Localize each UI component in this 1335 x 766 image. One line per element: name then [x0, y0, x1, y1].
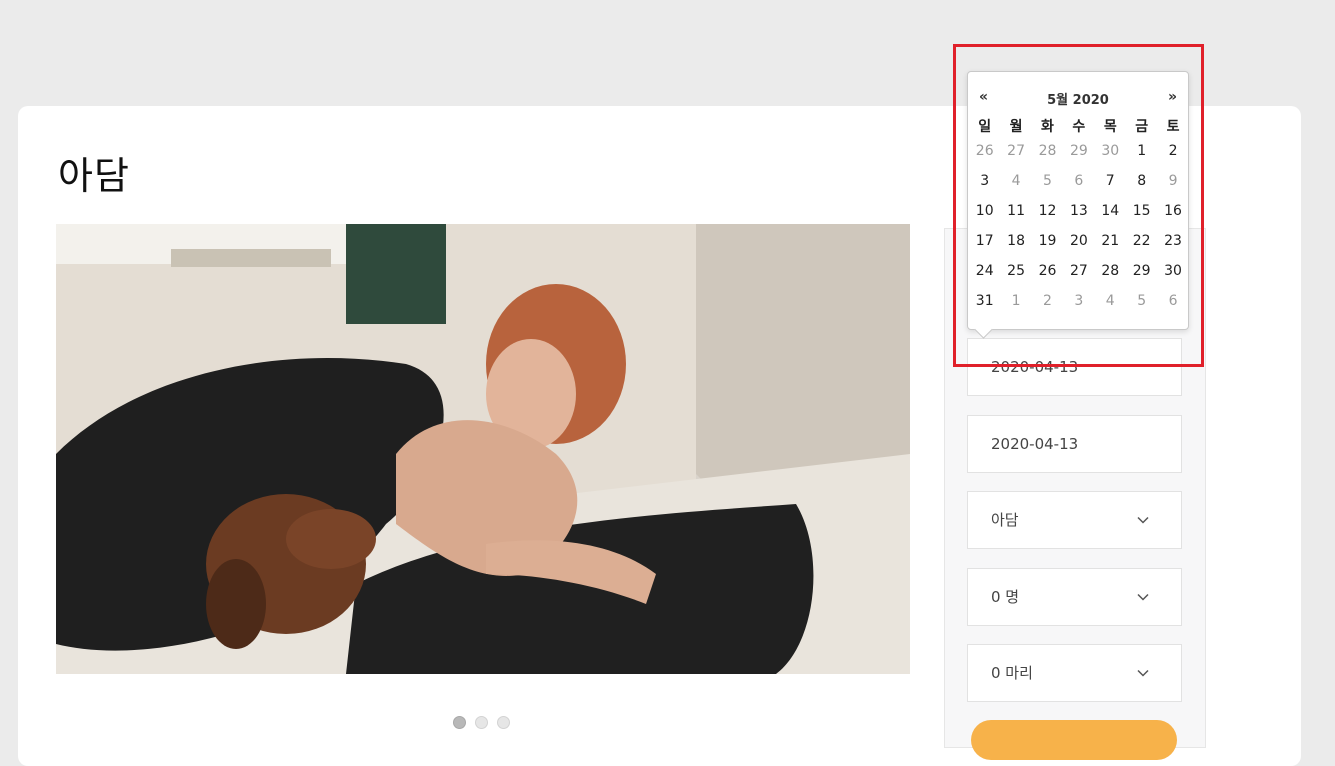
datepicker-day[interactable]: 29 — [1126, 263, 1157, 279]
datepicker-week-row: 17 18 19 20 21 22 23 — [969, 226, 1189, 256]
datepicker-day[interactable]: 26 — [1032, 263, 1063, 279]
datepicker-day[interactable]: 28 — [1095, 263, 1126, 279]
guests-select[interactable]: 0 명 — [967, 568, 1182, 626]
datepicker-week-row: 26 27 28 29 30 1 2 — [969, 136, 1189, 166]
datepicker-day[interactable]: 11 — [1000, 203, 1031, 219]
datepicker-day-other-month[interactable]: 2 — [1032, 293, 1063, 309]
datepicker-day[interactable]: 13 — [1063, 203, 1094, 219]
datepicker-month-title[interactable]: 5월 2020 — [968, 89, 1188, 108]
datepicker-week-row: 3456789 — [969, 166, 1189, 196]
weekday-label: 금 — [1135, 119, 1149, 135]
datepicker-day[interactable]: 30 — [1157, 263, 1188, 279]
datepicker-day[interactable]: 21 — [1095, 233, 1126, 249]
room-select[interactable]: 아담 — [967, 491, 1182, 549]
datepicker-day[interactable]: 18 — [1000, 233, 1031, 249]
chevron-down-icon — [1137, 645, 1149, 701]
carousel-dot[interactable] — [497, 716, 510, 729]
datepicker-day-other-month[interactable]: 6 — [1063, 173, 1094, 189]
guests-select-value: 0 명 — [991, 588, 1020, 606]
datepicker-day[interactable]: 24 — [969, 263, 1000, 279]
datepicker-day[interactable]: 15 — [1126, 203, 1157, 219]
room-select-value: 아담 — [991, 511, 1019, 529]
datepicker-day[interactable]: 27 — [1063, 263, 1094, 279]
datepicker-day-other-month[interactable]: 4 — [1000, 173, 1031, 189]
datepicker-day-other-month[interactable]: 9 — [1157, 173, 1188, 189]
carousel-indicators — [453, 716, 510, 729]
datepicker-day[interactable]: 3 — [969, 173, 1000, 189]
datepicker-day-other-month[interactable]: 28 — [1032, 143, 1063, 159]
weekday-label: 일 — [978, 119, 992, 135]
checkin-date-input[interactable]: 2020-04-13 — [967, 338, 1182, 396]
datepicker-day-other-month[interactable]: 5 — [1032, 173, 1063, 189]
datepicker-week-row: 24 25 26 27 28 29 30 — [969, 256, 1189, 286]
weekday-label: 수 — [1072, 119, 1086, 135]
carousel-dot[interactable] — [475, 716, 488, 729]
datepicker-week-row: 31 1 2 3 4 5 6 — [969, 286, 1189, 316]
pets-select[interactable]: 0 마리 — [967, 644, 1182, 702]
datepicker-day[interactable]: 1 — [1126, 143, 1157, 159]
datepicker-day[interactable]: 14 — [1095, 203, 1126, 219]
datepicker-day[interactable]: 25 — [1000, 263, 1031, 279]
datepicker-day[interactable]: 20 — [1063, 233, 1094, 249]
datepicker-day[interactable]: 10 — [969, 203, 1000, 219]
room-photo[interactable] — [56, 224, 910, 674]
weekday-label: 목 — [1103, 119, 1117, 135]
datepicker-day[interactable]: 22 — [1126, 233, 1157, 249]
datepicker-day[interactable]: 23 — [1157, 233, 1188, 249]
datepicker-popup: « 5월 2020 » 일 월 화 수 목 금 토 26 27 28 29 30 1 2 3 4 5 6 7 8 9 10… — [967, 71, 1189, 339]
datepicker-day[interactable]: 31 — [969, 293, 1000, 309]
datepicker-day[interactable]: 17 — [969, 233, 1000, 249]
datepicker-week-row: 10 11 12 13 14 15 16 — [969, 196, 1189, 226]
weekday-label: 월 — [1009, 119, 1023, 135]
weekday-label: 화 — [1041, 119, 1054, 135]
pets-select-value: 0 마리 — [991, 664, 1033, 682]
checkout-date-value: 2020-04-13 — [991, 435, 1079, 453]
datepicker-day[interactable]: 12 — [1032, 203, 1063, 219]
datepicker-day[interactable]: 16 — [1157, 203, 1188, 219]
datepicker-day-other-month[interactable]: 6 — [1157, 293, 1188, 309]
datepicker-day[interactable]: 2 — [1157, 143, 1188, 159]
datepicker-day-other-month[interactable]: 4 — [1095, 293, 1126, 309]
datepicker-day[interactable]: 7 — [1095, 173, 1126, 189]
datepicker-day-other-month[interactable]: 26 — [969, 143, 1000, 159]
chevron-down-icon — [1137, 569, 1149, 625]
reserve-button[interactable] — [971, 720, 1177, 760]
datepicker-weekday-row: 일월화수목금토 — [969, 116, 1189, 136]
datepicker-next-button[interactable]: » — [1168, 89, 1177, 105]
datepicker-day[interactable]: 19 — [1032, 233, 1063, 249]
datepicker-header: « 5월 2020 » — [968, 89, 1188, 109]
weekday-label: 토 — [1166, 119, 1180, 135]
datepicker-day-other-month[interactable]: 29 — [1063, 143, 1094, 159]
datepicker-day-other-month[interactable]: 27 — [1000, 143, 1031, 159]
datepicker-day-other-month[interactable]: 30 — [1095, 143, 1126, 159]
carousel-dot[interactable] — [453, 716, 466, 729]
chevron-down-icon — [1137, 492, 1149, 548]
datepicker-day-other-month[interactable]: 1 — [1000, 293, 1031, 309]
room-photo-image — [56, 224, 910, 674]
datepicker-day[interactable]: 8 — [1126, 173, 1157, 189]
checkin-date-value: 2020-04-13 — [991, 358, 1079, 376]
page-title: 아담 — [58, 154, 130, 198]
datepicker-day-other-month[interactable]: 5 — [1126, 293, 1157, 309]
checkout-date-input[interactable]: 2020-04-13 — [967, 415, 1182, 473]
datepicker-day-other-month[interactable]: 3 — [1063, 293, 1094, 309]
datepicker-calendar-grid: 일 월 화 수 목 금 토 26 27 28 29 30 1 2 3 4 5 6 7 8 9 10 11 12 13 14 15 16… — [969, 116, 1189, 316]
